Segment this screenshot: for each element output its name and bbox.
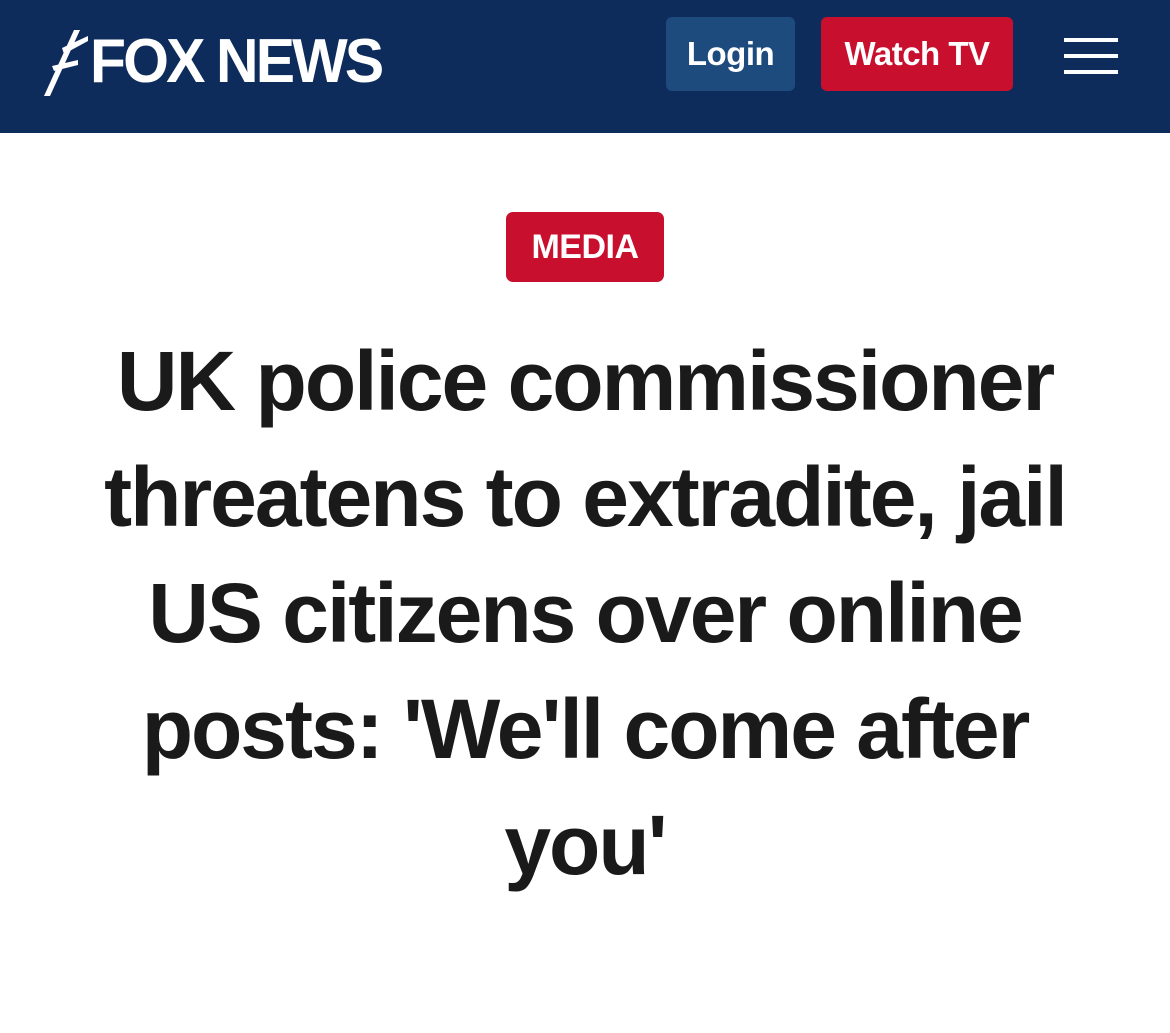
fox-news-logo[interactable]: FOX NEWS	[38, 22, 397, 102]
fox-news-spotlight-icon	[44, 30, 88, 96]
watch-tv-button[interactable]: Watch TV	[821, 17, 1013, 91]
site-header: FOX NEWS Login Watch TV	[0, 0, 1170, 133]
login-button[interactable]: Login	[666, 17, 795, 91]
article-headline: UK police commissioner threatens to extr…	[104, 334, 1068, 892]
category-badge[interactable]: MEDIA	[506, 212, 664, 282]
hamburger-menu-icon[interactable]	[1064, 38, 1118, 74]
logo-text: FOX NEWS	[90, 27, 384, 96]
